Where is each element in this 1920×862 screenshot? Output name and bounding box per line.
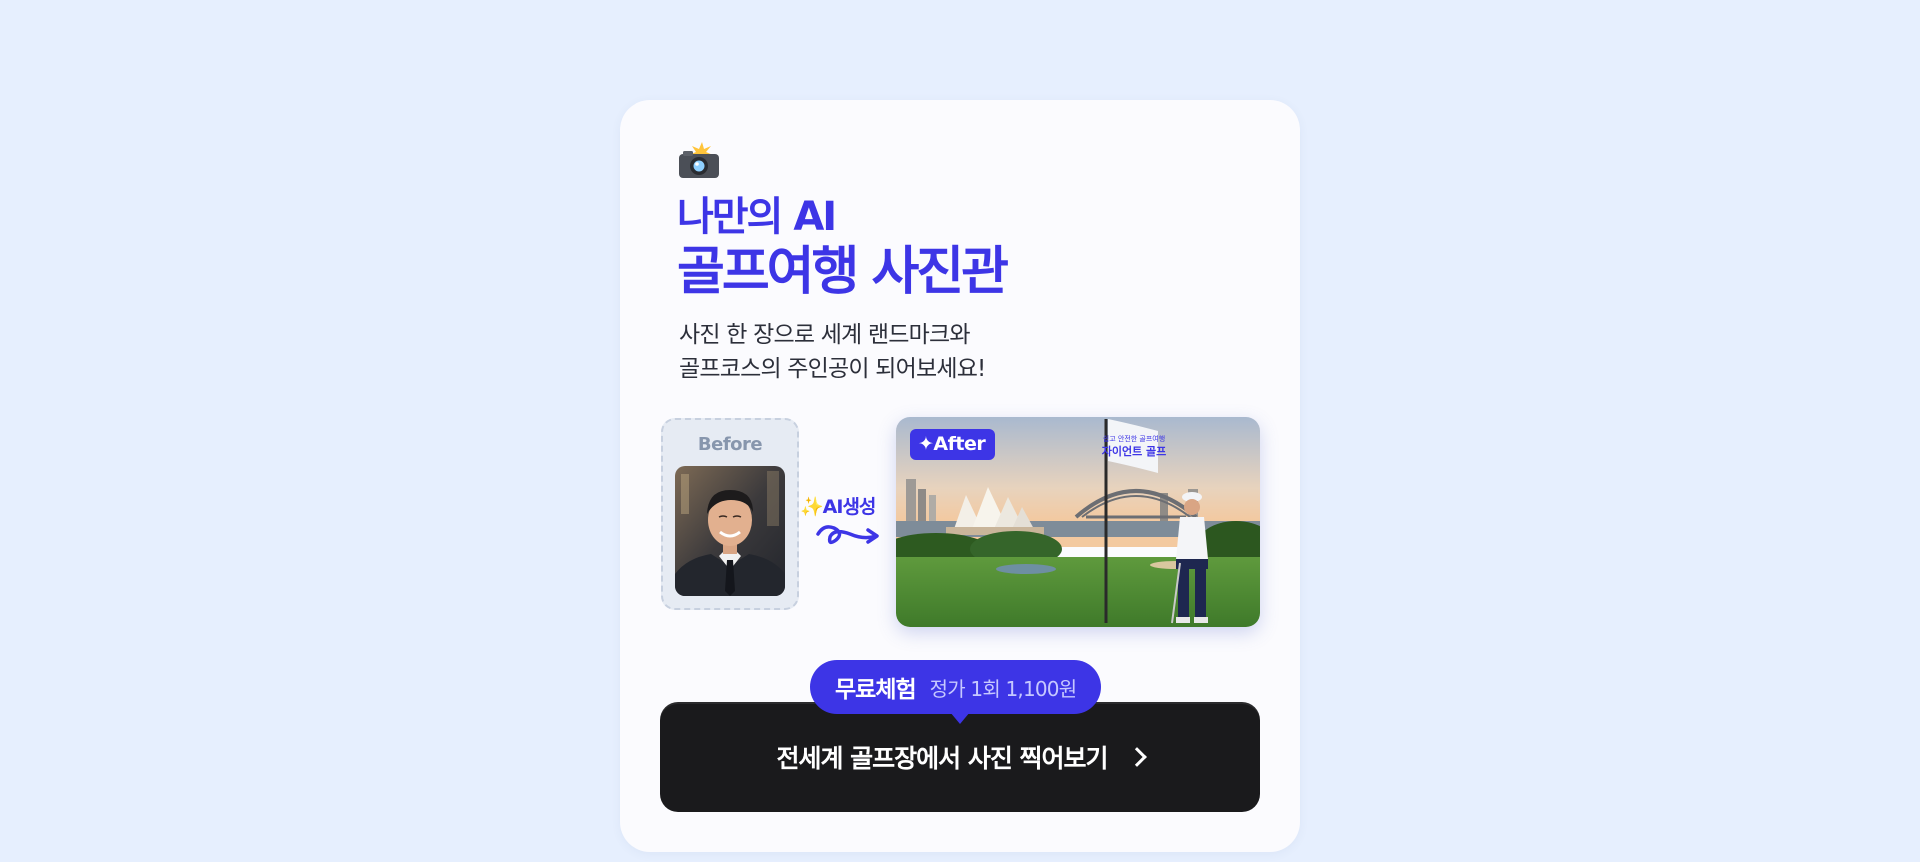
after-badge: ✦After xyxy=(910,429,996,460)
camera-with-flash-icon xyxy=(679,142,719,178)
free-trial-label: 무료체험 xyxy=(835,677,917,703)
free-trial-tooltip: 무료체험 정가 1회 1,100원 xyxy=(810,660,1102,724)
take-photo-button-label: 전세계 골프장에서 사진 찍어보기 xyxy=(776,744,1108,773)
curly-arrow-icon xyxy=(816,525,879,545)
after-photo-panel: 쉽고 안전한 골프여행 자이언트 골프 ✦After xyxy=(896,417,1260,627)
flag-text-line-1: 쉽고 안전한 골프여행 xyxy=(1103,434,1165,443)
title-line-2: 골프여행 사진관 xyxy=(677,242,1009,302)
subtitle-line-1: 사진 한 장으로 세계 랜드마크와 xyxy=(679,322,971,348)
ai-generation-text: AI생성 xyxy=(822,496,877,518)
after-label: After xyxy=(933,433,986,455)
promo-card: 나만의 AI 골프여행 사진관 사진 한 장으로 세계 랜드마크와 골프코스의 … xyxy=(620,100,1300,852)
sparkles-icon: ✨ xyxy=(800,496,824,518)
price-label: 정가 1회 1,100원 xyxy=(929,676,1078,701)
subtitle-line-2: 골프코스의 주인공이 되어보세요! xyxy=(679,356,986,382)
title-line-1: 나만의 AI xyxy=(677,194,837,240)
before-label: Before xyxy=(697,434,763,455)
chevron-right-icon xyxy=(1126,747,1147,767)
ai-generation-label: ✨AI생성 xyxy=(800,492,877,519)
flag-text-line-2: 자이언트 골프 xyxy=(1102,444,1167,458)
before-photo-panel: Before xyxy=(661,418,799,610)
before-portrait-photo xyxy=(675,466,785,596)
subtitle: 사진 한 장으로 세계 랜드마크와 골프코스의 주인공이 되어보세요! xyxy=(679,318,986,386)
